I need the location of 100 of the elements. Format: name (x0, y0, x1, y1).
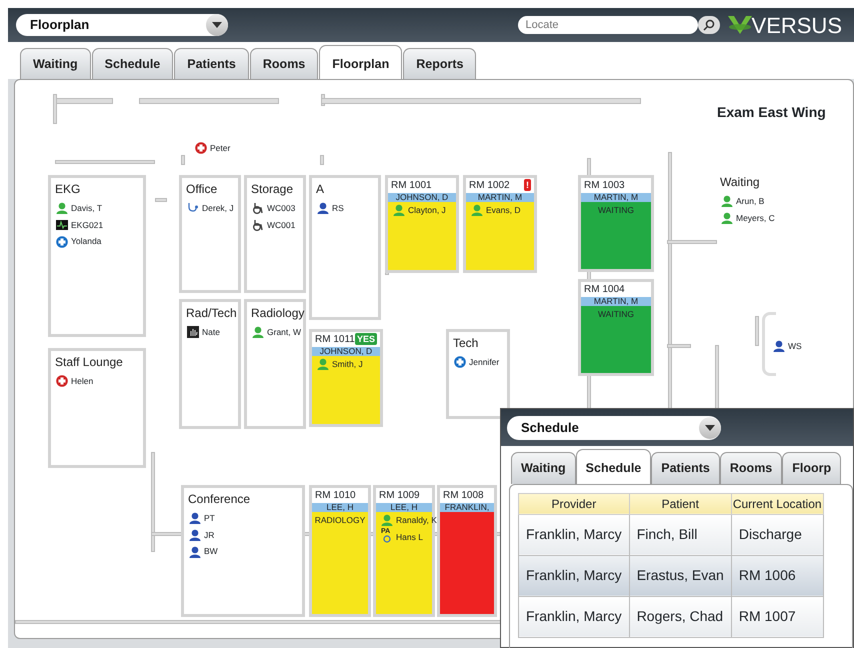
table-cell: Franklin, Marcy (518, 555, 630, 596)
column-header: Provider (518, 493, 630, 514)
room-name: RM 1011 (315, 332, 355, 347)
table-cell: Rogers, Chad (629, 596, 732, 638)
occupant-name: Clayton, J (408, 204, 446, 216)
occupant-name: PT (204, 512, 215, 524)
person-icon (721, 195, 733, 208)
table-cell: Franklin, Marcy (518, 596, 630, 638)
person-icon (317, 202, 329, 214)
logo-icon (728, 14, 752, 36)
occupant-name: Grant, W (267, 326, 302, 338)
column-header: Patient (629, 493, 732, 514)
room-name: Waiting (719, 174, 761, 191)
occupant-name: Evans, D (486, 204, 520, 216)
room-name: RM 1003 (584, 178, 625, 193)
view-select[interactable]: Schedule (507, 416, 721, 440)
alert-flag: ! (524, 179, 531, 192)
room-name: Conference (187, 490, 252, 508)
tab[interactable]: Rooms (720, 452, 782, 484)
search-icon (702, 19, 715, 31)
room-status: WAITING (596, 308, 636, 320)
room-name: Tech (452, 334, 480, 352)
room-name: RM 1009 (379, 488, 420, 503)
person-icon (773, 340, 785, 352)
room-name: RM 1001 (391, 178, 432, 193)
occupant-name: Meyers, C (736, 212, 775, 224)
occupant-name: Peter (210, 142, 230, 154)
occupant-name: Derek, J (202, 202, 234, 214)
alert-flag: YES (354, 333, 377, 346)
caret-icon (705, 424, 715, 430)
person-icon (189, 512, 201, 524)
table-cell: RM 1007 (731, 596, 824, 638)
room-status: RADIOLOGY (314, 514, 366, 526)
room-name: Office (185, 180, 218, 198)
occupant-name: Ranaldy, K (396, 514, 437, 526)
floor-title: Exam East Wing (717, 102, 826, 122)
occupant-name: Arun, B (736, 194, 764, 208)
room-status: WAITING (596, 204, 636, 216)
occupant-name: Nate (202, 326, 220, 338)
room-name: Storage (250, 180, 294, 198)
tab[interactable]: Rooms (250, 48, 318, 79)
table-cell: Finch, Bill (629, 514, 732, 556)
occupant-name: Smith, J (332, 358, 363, 370)
occupant-name: Davis, T (71, 202, 102, 214)
tab[interactable]: Patients (651, 452, 720, 484)
person-icon (393, 204, 405, 216)
person-icon (252, 326, 264, 338)
logo-text: VERSUS (752, 12, 842, 40)
occupant-name: WC003 (267, 202, 296, 214)
room-name: Radiology (250, 304, 303, 322)
cross-icon (56, 236, 68, 248)
person-icon (189, 546, 201, 558)
tab[interactable]: Schedule (92, 48, 174, 79)
column-header: Current Location (731, 493, 824, 514)
cross-icon (56, 375, 68, 388)
cross-icon (454, 356, 466, 368)
occupant-name: RS (332, 202, 344, 214)
table-cell: RM 1006 (731, 555, 824, 596)
tab[interactable]: Waiting (20, 48, 91, 79)
occupant-name: Helen (71, 374, 94, 388)
occupant-name: Hans L (396, 530, 423, 544)
locate-search-field[interactable]: Locate (518, 16, 698, 34)
tab[interactable]: Waiting (511, 452, 576, 484)
search-button[interactable] (698, 16, 720, 34)
occupant-name: JR (204, 528, 214, 542)
tab[interactable]: Floorp (782, 452, 842, 484)
room-name: RM 1010 (315, 488, 356, 503)
tab[interactable]: Floorplan (319, 45, 402, 79)
xray-icon (187, 326, 199, 338)
room-name: RM 1002 (469, 178, 510, 193)
table-cell: Discharge (731, 514, 824, 556)
room-name: Rad/Tech (185, 304, 238, 322)
occupant-name: Yolanda (71, 235, 102, 248)
room-name: RM 1004 (584, 282, 625, 297)
room-name: EKG (54, 180, 82, 198)
wheelchair-icon (252, 202, 264, 214)
view-select[interactable]: Floorplan (16, 14, 228, 36)
room-name: A (315, 180, 326, 198)
room-name: RM 1008 (443, 488, 484, 503)
tab[interactable]: Patients (174, 48, 249, 79)
person-icon (721, 212, 733, 224)
table-cell: Erastus, Evan (629, 555, 732, 596)
tab[interactable]: Schedule (576, 449, 652, 484)
table-cell: Franklin, Marcy (518, 514, 630, 556)
caret-icon (212, 22, 222, 28)
occupant-name: BW (204, 545, 218, 558)
occupant-name: WS (788, 340, 802, 352)
occupant-name: Jennifer (469, 356, 500, 368)
room-name: Staff Lounge (54, 354, 124, 371)
occupant-name: EKG021 (71, 218, 104, 232)
wheelchair-icon (252, 218, 264, 231)
occupant-name: WC001 (267, 218, 296, 232)
person-icon (381, 514, 393, 526)
person-icon (317, 358, 329, 370)
tab[interactable]: Reports (403, 48, 476, 79)
person-icon (56, 202, 68, 214)
person-icon (189, 528, 201, 541)
cross-icon (195, 142, 207, 154)
monitor-icon (56, 218, 68, 231)
person-icon (471, 204, 483, 216)
